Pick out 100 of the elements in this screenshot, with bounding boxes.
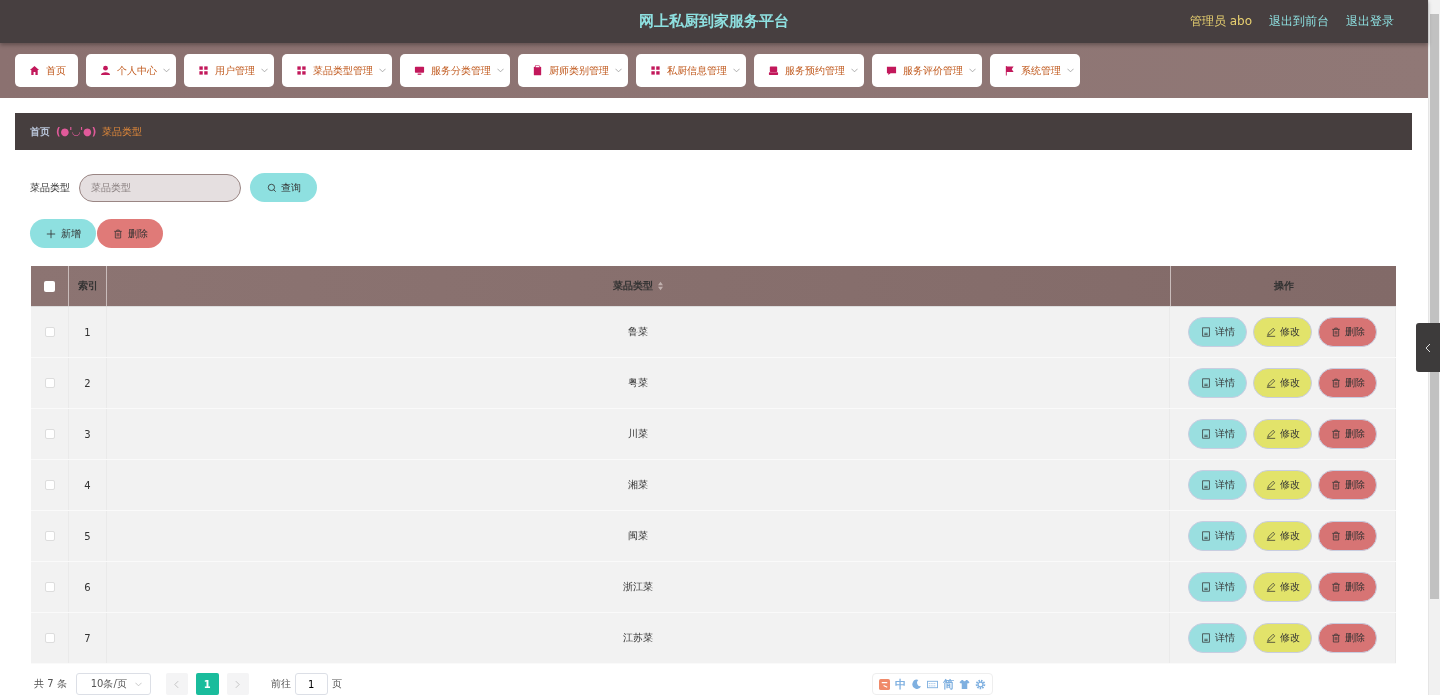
search-icon — [266, 182, 277, 193]
row-checkbox[interactable] — [44, 633, 55, 643]
table-cell: 鲁菜 — [107, 307, 1170, 357]
pencil-icon — [1265, 531, 1276, 541]
table-cell: 闽菜 — [107, 511, 1170, 561]
detail-button[interactable]: 详情 — [1188, 317, 1247, 347]
pencil-icon — [1265, 480, 1276, 490]
nav-menu-item[interactable]: 系统管理 — [990, 54, 1080, 87]
delete-button[interactable]: 删除 — [1318, 470, 1377, 500]
moon-icon[interactable] — [911, 678, 922, 690]
collapse-tab[interactable] — [1416, 323, 1440, 372]
plus-icon — [45, 228, 56, 239]
document-icon — [1200, 378, 1211, 388]
search-field[interactable]: 菜品类型 — [79, 173, 241, 202]
admin-label: 管理员 abo — [1189, 13, 1252, 30]
breadcrumb-current: 菜品类型 — [102, 124, 143, 139]
nav-menu-item[interactable]: 菜品类型管理 — [282, 54, 392, 87]
edit-button[interactable]: 修改 — [1253, 419, 1312, 449]
detail-button[interactable]: 详情 — [1188, 368, 1247, 398]
pencil-icon — [1265, 327, 1276, 337]
select-all-checkbox[interactable] — [44, 280, 55, 292]
table-cell: 川菜 — [107, 409, 1170, 459]
edit-button[interactable]: 修改 — [1253, 470, 1312, 500]
home-icon — [29, 65, 40, 76]
delete-button[interactable]: 删除 — [1318, 419, 1377, 449]
grid-icon — [650, 65, 661, 76]
delete-button[interactable]: 删除 — [1318, 368, 1377, 398]
ime-logo-icon[interactable] — [879, 678, 890, 690]
delete-button[interactable]: 删除 — [1318, 521, 1377, 551]
grid-icon — [198, 65, 209, 76]
header-link[interactable]: 退出登录 — [1346, 13, 1394, 30]
delete-button[interactable]: 删除 — [1318, 623, 1377, 653]
monitor-icon — [414, 65, 425, 76]
nav-menu-item[interactable]: 厨师类别管理 — [518, 54, 628, 87]
table-cell: 粤菜 — [107, 358, 1170, 408]
table-cell: 江苏菜 — [107, 613, 1170, 663]
trash-icon — [112, 228, 123, 239]
chevron-left-icon — [174, 679, 180, 689]
nav-menu-item[interactable]: 服务分类管理 — [400, 54, 510, 87]
table-cell: 4 — [69, 460, 107, 510]
delete-button[interactable]: 删除 — [1318, 317, 1377, 347]
pencil-icon — [1265, 429, 1276, 439]
edit-button[interactable]: 修改 — [1253, 368, 1312, 398]
grid-icon — [296, 65, 307, 76]
edit-button[interactable]: 修改 — [1253, 317, 1312, 347]
row-checkbox[interactable] — [44, 378, 55, 388]
nav-menu-item[interactable]: 首页 — [15, 54, 78, 87]
nav-menu-item[interactable]: 个人中心 — [86, 54, 176, 87]
delete-button[interactable]: 删除 — [1318, 572, 1377, 602]
detail-button[interactable]: 详情 — [1188, 419, 1247, 449]
pencil-icon — [1265, 633, 1276, 643]
trash-icon — [1330, 480, 1341, 490]
row-checkbox[interactable] — [44, 582, 55, 592]
add-button[interactable]: 新增 — [30, 219, 96, 248]
tray-icon — [768, 65, 779, 76]
nav-menu-item[interactable]: 服务预约管理 — [754, 54, 864, 87]
keyboard-icon[interactable] — [927, 678, 938, 690]
header-link[interactable]: 退出到前台 — [1269, 13, 1329, 30]
page-size-select[interactable]: 10条/页 — [75, 673, 151, 695]
table-cell: 7 — [69, 613, 107, 663]
column-header[interactable]: 菜品类型 — [107, 266, 1171, 306]
table-cell: 5 — [69, 511, 107, 561]
document-icon — [1200, 531, 1211, 541]
row-checkbox[interactable] — [44, 480, 55, 490]
next-page-button[interactable] — [226, 673, 249, 695]
row-checkbox[interactable] — [44, 327, 55, 337]
edit-button[interactable]: 修改 — [1253, 521, 1312, 551]
goto-label: 前往 — [270, 677, 291, 691]
nav-menu-item[interactable]: 服务评价管理 — [872, 54, 982, 87]
table-cell: 浙江菜 — [107, 562, 1170, 612]
breadcrumb-separator: (●'◡'●) — [56, 126, 97, 137]
detail-button[interactable]: 详情 — [1188, 623, 1247, 653]
chevron-right-icon — [235, 679, 241, 689]
trash-icon — [1330, 582, 1341, 592]
detail-button[interactable]: 详情 — [1188, 521, 1247, 551]
breadcrumb-link[interactable]: 首页 — [30, 124, 50, 139]
document-icon — [1200, 327, 1211, 337]
settings-icon[interactable] — [975, 678, 986, 690]
previous-page-button[interactable] — [165, 673, 188, 695]
flag-icon — [1004, 65, 1015, 76]
search-button[interactable]: 查询 — [250, 173, 317, 202]
trash-icon — [1330, 633, 1341, 643]
scrollbar[interactable] — [1428, 0, 1440, 695]
edit-button[interactable]: 修改 — [1253, 572, 1312, 602]
table-cell: 湘菜 — [107, 460, 1170, 510]
nav-menu-item[interactable]: 用户管理 — [184, 54, 274, 87]
edit-button[interactable]: 修改 — [1253, 623, 1312, 653]
column-header: 操作 — [1272, 279, 1295, 293]
row-checkbox[interactable] — [44, 531, 55, 541]
trash-icon — [1330, 378, 1341, 388]
detail-button[interactable]: 详情 — [1188, 572, 1247, 602]
clipboard-icon — [532, 65, 543, 76]
delete-button[interactable]: 删除 — [97, 219, 163, 248]
page-input[interactable]: 1 — [294, 673, 328, 695]
row-checkbox[interactable] — [44, 429, 55, 439]
nav-menu-item[interactable]: 私厨信息管理 — [636, 54, 746, 87]
detail-button[interactable]: 详情 — [1188, 470, 1247, 500]
sort-icon[interactable] — [657, 281, 664, 291]
document-icon — [1200, 480, 1211, 490]
shirt-icon[interactable] — [959, 678, 970, 690]
